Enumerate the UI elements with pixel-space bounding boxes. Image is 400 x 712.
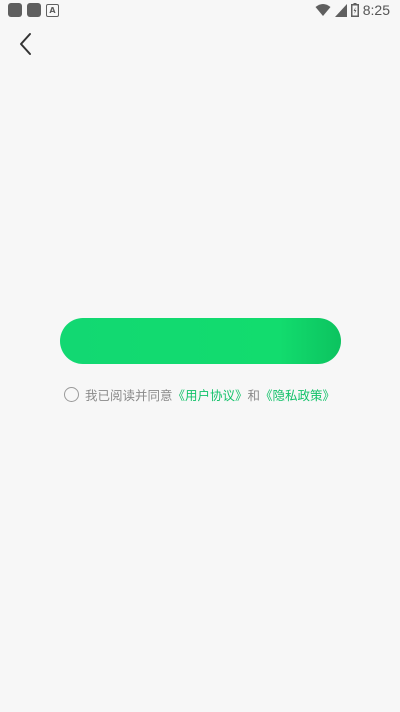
notification-app-icon <box>8 3 22 17</box>
user-agreement-link[interactable]: 《用户协议》 <box>173 385 248 404</box>
agree-checkbox[interactable] <box>64 386 79 402</box>
back-button[interactable] <box>12 30 40 58</box>
battery-icon <box>350 3 359 17</box>
notification-a-icon: A <box>46 3 59 17</box>
chevron-left-icon <box>20 33 31 55</box>
wifi-icon <box>315 4 331 16</box>
status-bar-system: 8:25 <box>315 2 390 18</box>
login-button[interactable] <box>60 318 341 364</box>
status-bar: A 8:25 <box>0 0 400 22</box>
status-bar-notifications: A <box>8 3 59 17</box>
privacy-policy-link[interactable]: 《隐私政策》 <box>260 385 335 404</box>
agreement-text: 我已阅读并同意 <box>85 387 173 403</box>
signal-icon <box>334 3 347 17</box>
agreement-row: 我已阅读并同意 《用户协议》 和 《隐私政策》 <box>64 385 335 403</box>
notification-app-icon <box>27 3 41 17</box>
agreement-and-text: 和 <box>247 387 261 403</box>
status-time: 8:25 <box>362 2 390 18</box>
